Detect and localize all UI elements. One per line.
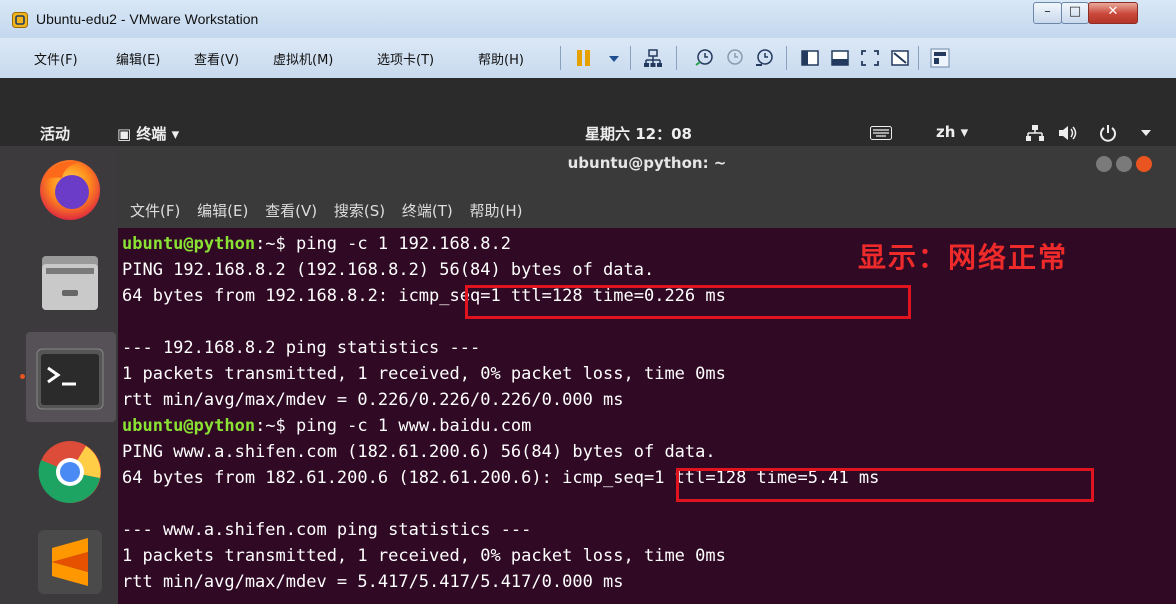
gnome-top-bar: 活动 ▣ 终端 ▾ 星期六 12：08 zh ▾ — [0, 118, 1176, 146]
firefox-icon[interactable] — [34, 152, 106, 224]
minimize-button[interactable]: – — [1033, 2, 1062, 24]
shell-command: :~$ ping -c 1 192.168.8.2 — [255, 234, 511, 254]
terminal-output[interactable]: ubuntu@python:~$ ping -c 1 192.168.8.2 PI… — [118, 228, 1176, 604]
toolbar-separator — [786, 46, 787, 70]
title-bar[interactable]: Ubuntu-edu2 - VMware Workstation – □ ✕ — [0, 0, 1176, 38]
chrome-icon[interactable] — [36, 438, 104, 506]
files-icon[interactable] — [38, 250, 102, 314]
terminal-icon[interactable] — [36, 348, 104, 410]
fullscreen-icon[interactable] — [860, 48, 880, 68]
app-menu[interactable]: ▣ 终端 ▾ — [117, 123, 179, 144]
terminal-line: PING 192.168.8.2 (192.168.8.2) 56(84) by… — [122, 260, 655, 280]
close-icon: ✕ — [1107, 4, 1119, 19]
terminal-menu-file[interactable]: 文件(F) — [130, 202, 180, 220]
terminal-header: ubuntu@python: ~ 文件(F) 编辑(E) 查看(V) 搜索(S)… — [118, 146, 1176, 228]
volume-icon[interactable] — [1058, 124, 1078, 142]
terminal-maximize-button[interactable] — [1116, 156, 1132, 172]
terminal-menu-help[interactable]: 帮助(H) — [470, 202, 523, 220]
shell-prompt: ubuntu@python — [122, 416, 256, 436]
menu-file[interactable]: 文件(F) — [34, 49, 78, 68]
pause-icon[interactable] — [574, 48, 594, 68]
sidebar-view-icon[interactable] — [800, 48, 820, 68]
highlight-box — [465, 285, 911, 319]
sublime-text-icon[interactable] — [36, 528, 104, 596]
terminal-line: 1 packets transmitted, 1 received, 0% pa… — [122, 546, 726, 566]
power-icon[interactable] — [1098, 123, 1118, 143]
terminal-line: --- www.a.shifen.com ping statistics --- — [122, 520, 532, 540]
clock[interactable]: 星期六 12：08 — [585, 123, 692, 144]
toolbar-separator — [918, 46, 919, 70]
unity-icon[interactable] — [890, 48, 910, 68]
dock-running-indicator — [20, 374, 25, 379]
terminal-line: --- 192.168.8.2 ping statistics --- — [122, 338, 481, 358]
thumbnail-icon[interactable] — [930, 48, 950, 68]
keyboard-icon[interactable] — [870, 126, 892, 140]
terminal-menu-search[interactable]: 搜索(S) — [334, 202, 385, 220]
close-button[interactable]: ✕ — [1088, 2, 1138, 24]
shell-prompt: ubuntu@python — [122, 234, 256, 254]
vmware-window: Ubuntu-edu2 - VMware Workstation – □ ✕ 文… — [0, 0, 1176, 604]
terminal-close-button[interactable] — [1136, 156, 1152, 172]
manage-snapshots-icon[interactable] — [754, 48, 774, 68]
terminal-menubar: 文件(F) 编辑(E) 查看(V) 搜索(S) 终端(T) 帮助(H) — [130, 200, 535, 221]
maximize-icon: □ — [1068, 4, 1082, 19]
toolbar-separator — [560, 46, 561, 70]
vmware-icon — [12, 12, 28, 28]
menu-toolbar: 文件(F) 编辑(E) 查看(V) 虚拟机(M) 选项卡(T) 帮助(H) — [0, 38, 1176, 79]
terminal-line: ubuntu@python:~$ ping -c 1 192.168.8.2 — [122, 234, 511, 254]
window-title: Ubuntu-edu2 - VMware Workstation — [36, 11, 259, 27]
snapshot-icon[interactable] — [694, 48, 714, 68]
terminal-minimize-button[interactable] — [1096, 156, 1112, 172]
menu-vm[interactable]: 虚拟机(M) — [273, 49, 333, 68]
activities-button[interactable]: 活动 — [40, 123, 70, 144]
terminal-line: PING www.a.shifen.com (182.61.200.6) 56(… — [122, 442, 716, 462]
terminal-menu-terminal[interactable]: 终端(T) — [402, 202, 453, 220]
system-menu-arrow-icon[interactable] — [1140, 128, 1152, 138]
menu-edit[interactable]: 编辑(E) — [116, 49, 160, 68]
terminal-menu-view[interactable]: 查看(V) — [265, 202, 317, 220]
input-method-menu[interactable]: zh ▾ — [936, 123, 968, 141]
shell-command: :~$ ping -c 1 www.baidu.com — [255, 416, 532, 436]
minimize-icon: – — [1044, 4, 1051, 19]
network-icon[interactable] — [1026, 124, 1044, 142]
console-view-icon[interactable] — [830, 48, 850, 68]
terminal-line: 1 packets transmitted, 1 received, 0% pa… — [122, 364, 726, 384]
terminal-line: rtt min/avg/max/mdev = 5.417/5.417/5.417… — [122, 572, 624, 592]
terminal-line: rtt min/avg/max/mdev = 0.226/0.226/0.226… — [122, 390, 624, 410]
annotation-text: 显示：网络正常 — [858, 241, 1069, 274]
terminal-title: ubuntu@python: ~ — [567, 154, 727, 172]
network-icon[interactable] — [643, 48, 663, 68]
menu-help[interactable]: 帮助(H) — [478, 49, 524, 68]
revert-snapshot-icon[interactable] — [724, 48, 744, 68]
toolbar-separator — [676, 46, 677, 70]
vm-display-top — [0, 78, 1176, 118]
menu-view[interactable]: 查看(V) — [194, 49, 239, 68]
toolbar-separator — [630, 46, 631, 70]
terminal-line: ubuntu@python:~$ ping -c 1 www.baidu.com — [122, 416, 531, 436]
maximize-button[interactable]: □ — [1061, 2, 1089, 24]
highlight-box — [676, 468, 1094, 502]
dropdown-icon[interactable] — [604, 48, 624, 68]
menu-tabs[interactable]: 选项卡(T) — [377, 49, 434, 68]
terminal-menu-edit[interactable]: 编辑(E) — [197, 202, 248, 220]
